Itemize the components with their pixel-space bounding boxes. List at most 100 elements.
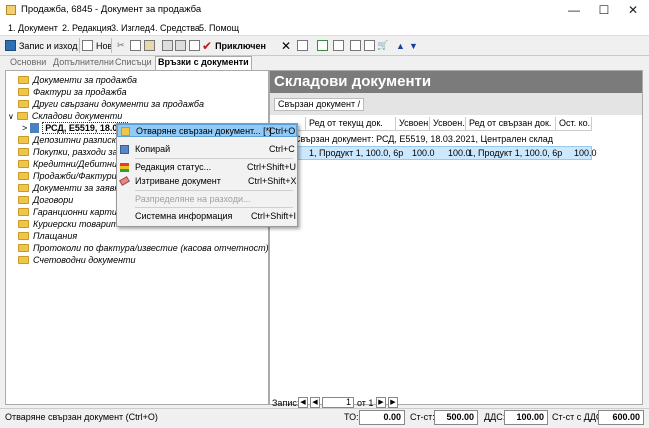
to-label: ТО: xyxy=(344,412,359,422)
menu-item-delete-document[interactable]: Изтриване документ Ctrl+Shift+X xyxy=(117,175,297,188)
tab-document-links[interactable]: Връзки с документи xyxy=(155,56,252,70)
new-document-icon xyxy=(82,40,93,51)
print-button[interactable] xyxy=(162,38,173,53)
new-button[interactable]: Нов xyxy=(82,38,112,53)
folder-icon xyxy=(18,88,29,96)
save-exit-button[interactable]: Запис и изход xyxy=(5,38,77,53)
menu-view[interactable]: 3. Изглед xyxy=(111,23,150,33)
folder-open-icon xyxy=(121,127,130,136)
eraser-icon xyxy=(119,176,130,186)
menu-item-open-linked[interactable]: Отваряне свързан документ... [*] Ctrl+O xyxy=(117,124,297,137)
tree-item-credit-debit[interactable]: Кредитни/Дебитни и xyxy=(18,158,125,170)
cut-button[interactable]: ✂ xyxy=(117,38,125,53)
tree-item-warranty-cards[interactable]: Гаранционни карти xyxy=(18,206,117,218)
grid-icon xyxy=(297,40,308,51)
next-record-button[interactable]: ▶ xyxy=(376,397,386,408)
vat-value: 100.00 xyxy=(504,410,548,425)
tree-item-payments[interactable]: Плащания xyxy=(18,230,77,242)
move-down-button[interactable]: ▼ xyxy=(409,38,418,53)
tool-button-5[interactable] xyxy=(364,38,375,53)
tree-item-invoice-protocols[interactable]: Протоколи по фактура/известие (касова от… xyxy=(18,242,269,254)
delete-button[interactable]: ✕ xyxy=(281,38,291,53)
arrow-up-icon: ▲ xyxy=(396,40,405,51)
menu-item-edit-status[interactable]: Редакция статус... Ctrl+Shift+U xyxy=(117,161,297,174)
status-lights-icon xyxy=(120,163,129,172)
tab-lists[interactable]: Списъци xyxy=(113,57,154,69)
cell-remaining: 100.0 xyxy=(574,148,597,158)
last-record-button[interactable]: ▶ xyxy=(388,397,398,408)
cart-button[interactable]: 🛒 xyxy=(377,38,388,53)
chevron-down-icon[interactable]: ∨ xyxy=(8,112,14,121)
tree-item-purchases[interactable]: Покупки, разходи за н xyxy=(18,146,125,158)
move-up-button[interactable]: ▲ xyxy=(396,38,405,53)
menu-edit[interactable]: 2. Редакция xyxy=(62,23,112,33)
paste-icon xyxy=(144,40,155,51)
tab-additional[interactable]: Допълнителни xyxy=(51,57,116,69)
check-icon: ✔ xyxy=(202,38,213,53)
tree-item-courier-waybills[interactable]: Куриерски товарите xyxy=(18,218,123,230)
menu-item-system-info[interactable]: Системна информация Ctrl+Shift+I xyxy=(117,210,297,223)
tree-item-rsd-document[interactable]: > РСД, Е5519, 18.03. xyxy=(22,122,128,134)
tree-item-sales-docs[interactable]: Документи за продажба xyxy=(18,74,137,86)
menu-separator xyxy=(135,190,293,191)
tool-button-3[interactable] xyxy=(333,38,344,53)
menu-help[interactable]: 5. Помощ xyxy=(199,23,239,33)
tool-button-4[interactable] xyxy=(350,38,361,53)
first-record-button[interactable]: ◀ xyxy=(298,397,308,408)
tree-item-sales-invoices-2[interactable]: Продажби/Фактури, xyxy=(18,170,119,182)
tool-button-2[interactable] xyxy=(317,38,328,53)
insert-icon xyxy=(350,40,361,51)
folder-icon xyxy=(18,232,29,240)
tool-button-1[interactable] xyxy=(297,38,308,53)
document-icon xyxy=(189,40,200,51)
document-tree[interactable]: Документи за продажба Фактури за продажб… xyxy=(5,70,269,405)
previous-record-button[interactable]: ◀ xyxy=(310,397,320,408)
tree-item-accounting-docs[interactable]: Счетоводни документи xyxy=(18,254,136,266)
vat-label: ДДС: xyxy=(484,412,506,422)
tree-item-order-docs[interactable]: Документи за заявка xyxy=(18,182,124,194)
cost-value: 500.00 xyxy=(434,410,478,425)
group-chip[interactable]: Свързан документ / xyxy=(274,98,365,111)
copy-button[interactable] xyxy=(130,38,141,53)
cell-current-row: 1, Продукт 1, 100.0, 6р xyxy=(309,148,404,158)
document-icon xyxy=(30,123,40,133)
folder-icon xyxy=(18,100,29,108)
group-row[interactable]: Свързан документ: РСД, Е5519, 18.03.2021… xyxy=(270,132,642,146)
status-hint: Отваряне свързан документ (Ctrl+O) xyxy=(5,412,158,422)
app-icon xyxy=(6,5,16,15)
tab-main[interactable]: Основни xyxy=(8,57,48,69)
paste-button[interactable] xyxy=(144,38,155,53)
accounted-button[interactable]: ✔ Приключен xyxy=(202,38,266,53)
copy-icon xyxy=(120,145,129,154)
record-number-input[interactable]: 1 xyxy=(322,397,354,408)
tree-item-other-sales-docs[interactable]: Други свързани документи за продажба xyxy=(18,98,204,110)
cost-label: Ст-ст: xyxy=(410,412,435,422)
arrow-down-icon: ▼ xyxy=(409,40,418,51)
column-header-used-1[interactable]: Усвоен... xyxy=(396,117,430,131)
tree-item-warehouse-docs[interactable]: ∨ Складови документи xyxy=(8,110,122,122)
to-value: 0.00 xyxy=(359,410,405,425)
table-icon xyxy=(333,40,344,51)
menu-tools[interactable]: 4. Средства xyxy=(150,23,200,33)
minimize-button[interactable]: — xyxy=(560,2,588,18)
column-header-remaining[interactable]: Ост. ко... xyxy=(556,117,592,131)
maximize-button[interactable]: ☐ xyxy=(590,2,618,18)
folder-icon xyxy=(18,172,29,180)
close-button[interactable]: ✕ xyxy=(619,2,647,18)
delete-icon: ✕ xyxy=(281,38,292,53)
column-header-used-2[interactable]: Усвоен... xyxy=(430,117,466,131)
tree-item-sales-invoices[interactable]: Фактури за продажба xyxy=(18,86,127,98)
folder-icon xyxy=(18,76,29,84)
cart-icon: 🛒 xyxy=(377,40,389,50)
tree-item-contracts[interactable]: Договори xyxy=(18,194,73,206)
page-icon xyxy=(364,40,375,51)
menu-document[interactable]: 1. Документ xyxy=(8,23,58,33)
column-header-current-row[interactable]: Ред от текущ док. xyxy=(306,117,396,131)
print-preview-button[interactable] xyxy=(175,38,186,53)
tree-item-deposit-receipts[interactable]: Депозитни разписки xyxy=(18,134,121,146)
panel-header: Складови документи xyxy=(270,71,642,93)
chevron-right-icon[interactable]: > xyxy=(22,123,27,133)
document-button[interactable] xyxy=(189,38,200,53)
column-header-linked-row[interactable]: Ред от свързан док. xyxy=(466,117,556,131)
menu-item-copy[interactable]: Копирай Ctrl+C xyxy=(117,143,297,156)
